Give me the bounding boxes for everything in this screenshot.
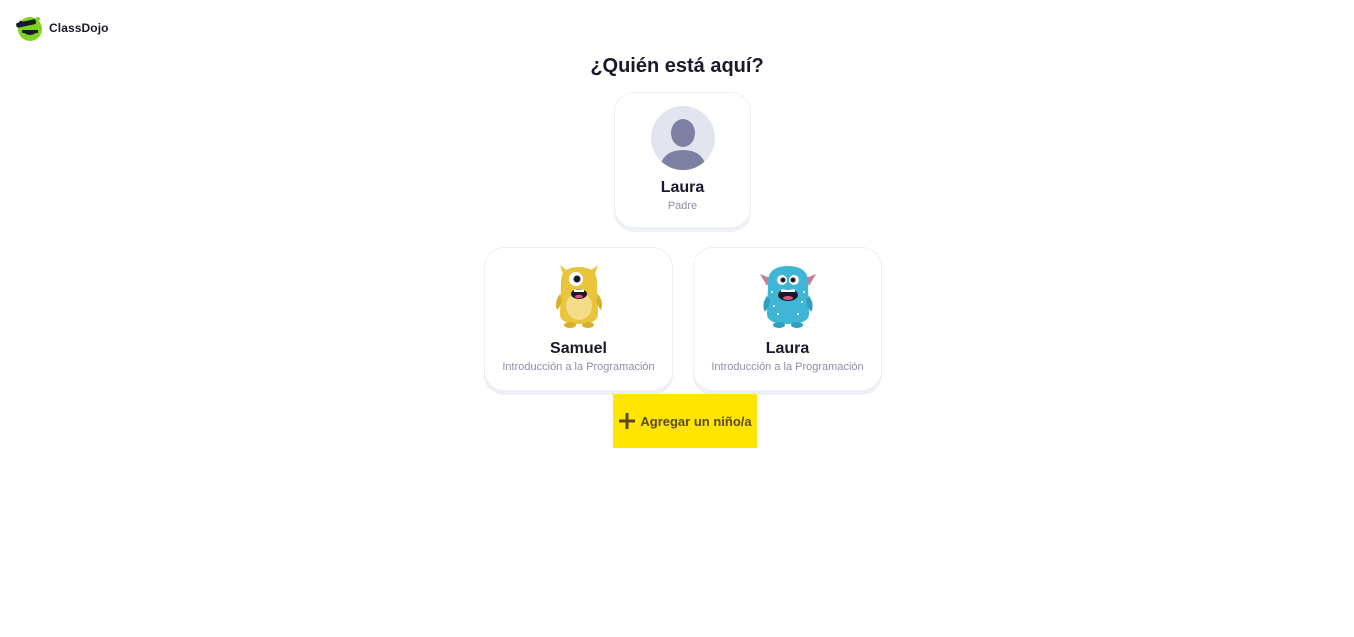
- add-child-label: Agregar un niño/a: [640, 413, 752, 429]
- profile-role: Padre: [667, 200, 698, 212]
- profile-picker-page: ClassDojo ¿Quién está aquí? Laura Padre: [0, 0, 1354, 637]
- profile-card-parent[interactable]: Laura Padre: [614, 92, 751, 228]
- profile-class: Introducción a la Programación: [711, 361, 864, 373]
- classdojo-logo-icon: [16, 17, 42, 41]
- profile-name: Laura: [660, 179, 705, 196]
- profile-name: Laura: [765, 340, 810, 357]
- plus-icon: [619, 413, 636, 429]
- profile-name: Samuel: [550, 340, 607, 357]
- profile-card-child[interactable]: Samuel Introducción a la Programación: [484, 247, 673, 391]
- page-title: ¿Quién está aquí?: [590, 55, 764, 77]
- add-child-button[interactable]: Agregar un niño/a: [613, 394, 757, 448]
- profile-card-child[interactable]: Laura Introducción a la Programación: [693, 247, 882, 391]
- classdojo-logo[interactable]: ClassDojo: [13, 12, 109, 44]
- default-avatar-icon: [650, 106, 715, 170]
- yellow-monster-avatar-icon: [555, 265, 602, 328]
- logo-text: ClassDojo: [49, 21, 109, 35]
- blue-monster-avatar-icon: [759, 266, 816, 328]
- profile-class: Introducción a la Programación: [502, 361, 655, 373]
